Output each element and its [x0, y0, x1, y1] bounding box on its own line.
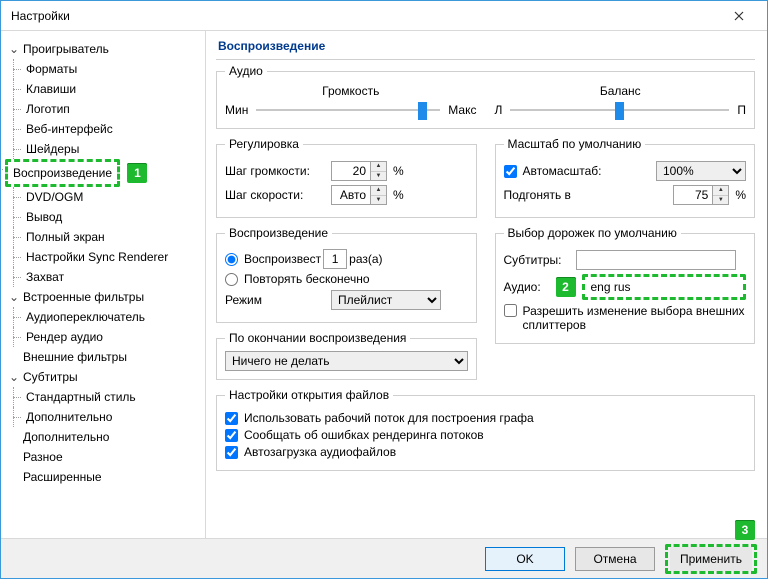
tree-item[interactable]: DVD/OGM [23, 187, 205, 207]
tree-item[interactable]: Захват [23, 267, 205, 287]
collapse-icon[interactable]: ⌄ [9, 287, 19, 307]
mode-select[interactable]: Плейлист [331, 290, 441, 310]
annotation-1: 1 [127, 163, 147, 183]
group-regulate: Регулировка Шаг громкости: ▲▼ % Шаг скор… [216, 137, 477, 218]
group-on-end: По окончании воспроизведения Ничего не д… [216, 331, 477, 380]
cancel-button[interactable]: Отмена [575, 547, 655, 571]
tree-node-subtitles[interactable]: ⌄Субтитры Стандартный стиль Дополнительн… [9, 367, 205, 427]
open-opt1-check[interactable]: Использовать рабочий поток для построени… [225, 411, 746, 425]
dialog-footer: OK Отмена 3 Применить [1, 538, 767, 578]
audio-tracks-input[interactable] [587, 277, 742, 297]
ok-button[interactable]: OK [485, 547, 565, 571]
open-opt3-check[interactable]: Автозагрузка аудиофайлов [225, 445, 746, 459]
tree-item[interactable]: Шейдеры [23, 139, 205, 159]
annotation-3: 3 [735, 520, 755, 540]
tree-item[interactable]: Разное [9, 447, 205, 467]
collapse-icon[interactable]: ⌄ [9, 367, 19, 387]
subtitles-input[interactable] [576, 250, 736, 270]
collapse-icon[interactable]: ⌄ [9, 39, 19, 59]
volume-step-spinner[interactable]: ▲▼ [331, 161, 387, 181]
group-open-files: Настройки открытия файлов Использовать р… [216, 388, 755, 471]
window-title: Настройки [11, 9, 70, 23]
spin-up-icon[interactable]: ▲ [371, 186, 386, 196]
repeat-radio[interactable]: Повторять бесконечно [225, 272, 468, 286]
tree-item[interactable]: Стандартный стиль [23, 387, 205, 407]
tree-node-player[interactable]: ⌄Проигрыватель Форматы Клавиши Логотип В… [9, 39, 205, 287]
fit-spinner[interactable]: ▲▼ [673, 185, 729, 205]
tree-item[interactable]: Настройки Sync Renderer [23, 247, 205, 267]
autoscale-select[interactable]: 100% [656, 161, 746, 181]
settings-panel: Воспроизведение Аудио Громкость Мин Макс… [206, 31, 767, 538]
play-times-radio[interactable]: Воспроизвест раз(а) [225, 249, 468, 269]
tree-item[interactable]: Рендер аудио [23, 327, 205, 347]
apply-button[interactable]: Применить [670, 547, 752, 571]
speed-step-spinner[interactable]: ▲▼ [331, 185, 387, 205]
group-scale: Масштаб по умолчанию Автомасштаб: 100% П… [495, 137, 756, 218]
allow-external-check[interactable]: Разрешить изменение выбора внешних сплит… [504, 304, 747, 332]
settings-tree[interactable]: ⌄Проигрыватель Форматы Клавиши Логотип В… [1, 31, 206, 538]
balance-slider[interactable] [510, 100, 729, 120]
panel-header: Воспроизведение [216, 37, 755, 60]
close-button[interactable] [719, 2, 759, 30]
tree-item[interactable]: Форматы [23, 59, 205, 79]
group-playback: Воспроизведение Воспроизвест раз(а) Повт… [216, 226, 477, 323]
spin-up-icon[interactable]: ▲ [713, 186, 728, 196]
group-tracks: Выбор дорожек по умолчанию Субтитры: Ауд… [495, 226, 756, 344]
play-count-input[interactable] [323, 249, 347, 269]
tree-item[interactable]: Логотип [23, 99, 205, 119]
tree-item[interactable]: Клавиши [23, 79, 205, 99]
autoscale-check[interactable]: Автомасштаб: [504, 164, 602, 178]
spin-down-icon[interactable]: ▼ [371, 172, 386, 181]
annotation-2: 2 [556, 277, 576, 297]
volume-label: Громкость [225, 84, 477, 98]
spin-up-icon[interactable]: ▲ [371, 162, 386, 172]
tree-item[interactable]: Полный экран [23, 227, 205, 247]
tree-item[interactable]: Вывод [23, 207, 205, 227]
balance-label: Баланс [495, 84, 747, 98]
tree-item[interactable]: Аудиопереключатель [23, 307, 205, 327]
open-opt2-check[interactable]: Сообщать об ошибках рендеринга потоков [225, 428, 746, 442]
spin-down-icon[interactable]: ▼ [371, 196, 386, 205]
close-icon [734, 11, 744, 21]
tree-item[interactable]: Расширенные [9, 467, 205, 487]
tree-item[interactable]: Дополнительно [9, 427, 205, 447]
volume-slider[interactable] [256, 100, 440, 120]
tree-node-filters-external[interactable]: Внешние фильтры [9, 347, 205, 367]
tree-item-playback[interactable]: Воспроизведение 1 [5, 159, 187, 187]
tree-node-filters-builtin[interactable]: ⌄Встроенные фильтры Аудиопереключатель Р… [9, 287, 205, 347]
tree-item[interactable]: Дополнительно [23, 407, 205, 427]
tree-item[interactable]: Веб-интерфейс [23, 119, 205, 139]
titlebar: Настройки [1, 1, 767, 31]
spin-down-icon[interactable]: ▼ [713, 196, 728, 205]
on-end-select[interactable]: Ничего не делать [225, 351, 468, 371]
group-audio: Аудио Громкость Мин Макс Баланс Л [216, 64, 755, 129]
